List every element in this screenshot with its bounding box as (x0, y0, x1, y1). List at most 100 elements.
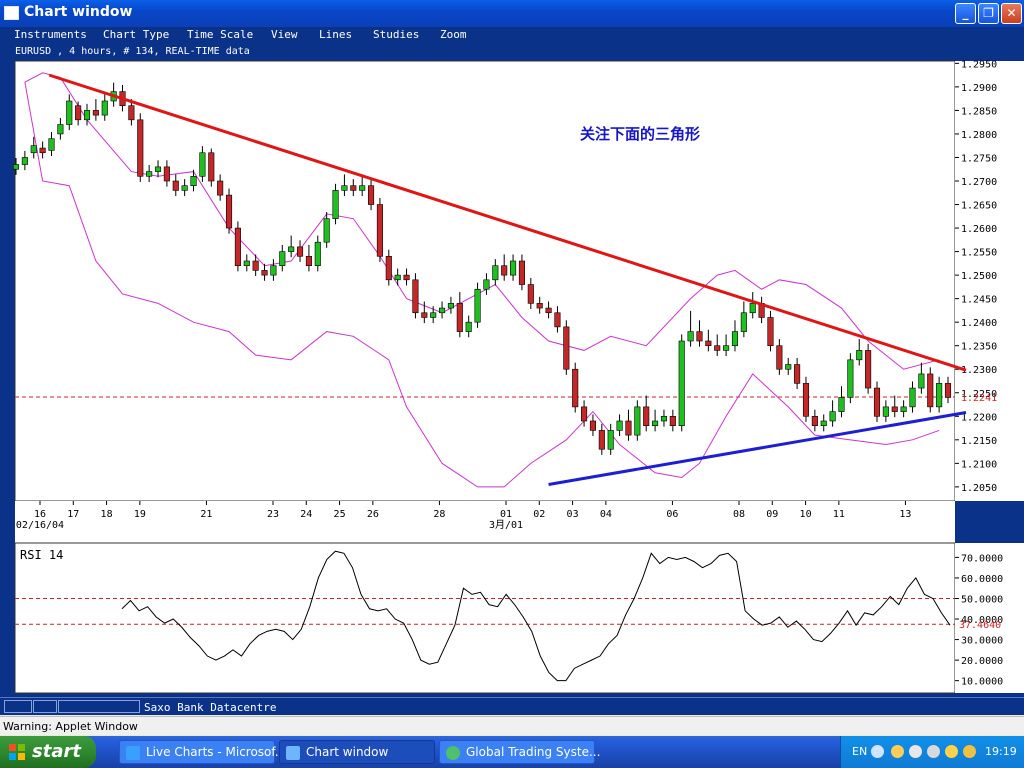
bear-candle (802, 383, 810, 417)
price-tick-label: 1.2450 (961, 295, 997, 306)
bull-candle (243, 260, 250, 267)
bull-candle (57, 124, 64, 135)
bear-candle (296, 246, 304, 257)
bull-candle (83, 110, 91, 121)
time-tick-sublabel: 02/16/04 (16, 520, 64, 531)
bull-candle (146, 171, 153, 177)
bear-candle (39, 147, 46, 154)
bull-candle (323, 218, 330, 243)
bear-candle (714, 345, 721, 351)
bull-candle (731, 331, 739, 347)
bull-candle (820, 420, 827, 427)
tray-network-icon[interactable] (909, 745, 922, 758)
language-indicator[interactable]: EN (852, 745, 867, 758)
rsi-tick-label: 70.0000 (961, 553, 1003, 564)
time-tick-label: 01 (500, 509, 512, 520)
time-axis-area (15, 501, 955, 544)
crosshair-button[interactable] (33, 700, 57, 713)
bear-candle (767, 317, 774, 347)
menu-bar: Instruments Chart Type Time Scale View L… (0, 27, 1024, 44)
bull-candle (607, 430, 614, 450)
bull-candle (30, 145, 37, 154)
task-global-trading[interactable]: Global Trading Syste... (439, 740, 600, 764)
bear-candle (252, 260, 259, 271)
bull-candle (660, 415, 668, 422)
bear-candle (873, 387, 881, 417)
tray-expand-icon[interactable] (871, 745, 884, 758)
bull-candle (936, 383, 943, 408)
bull-candle (430, 312, 437, 318)
task-chart-window[interactable]: Chart window (279, 740, 435, 764)
bull-candle (465, 321, 472, 332)
bull-candle (634, 406, 641, 436)
menu-view[interactable]: View (271, 28, 298, 41)
price-tick-label: 1.2050 (961, 483, 997, 494)
bear-candle (891, 406, 898, 412)
clock: 19:19 (985, 745, 1017, 758)
bear-candle (421, 312, 428, 318)
task-label: Live Charts - Microsof... (146, 745, 287, 759)
bear-candle (350, 185, 357, 191)
minimize-button[interactable]: _ (955, 3, 976, 24)
bull-candle (882, 406, 889, 417)
bear-candle (412, 279, 419, 314)
bear-candle (376, 204, 383, 257)
tray-tools-icon[interactable] (927, 745, 940, 758)
menu-zoom[interactable]: Zoom (440, 28, 467, 41)
java-icon (286, 746, 300, 760)
bear-candle (669, 415, 676, 427)
time-tick-label: 02 (533, 509, 545, 520)
time-tick-label: 09 (766, 509, 778, 520)
bull-candle (199, 152, 206, 177)
rsi-tick-label: 60.0000 (961, 574, 1003, 585)
menu-studies[interactable]: Studies (373, 28, 419, 41)
bull-candle (447, 303, 454, 309)
time-tick-label: 19 (134, 509, 146, 520)
time-tick-label: 18 (101, 509, 113, 520)
start-button[interactable]: start (0, 736, 96, 768)
price-tick-label: 1.2150 (961, 436, 997, 447)
bear-candle (225, 194, 233, 229)
menu-chart-type[interactable]: Chart Type (103, 28, 169, 41)
bear-candle (217, 180, 224, 196)
price-tick-label: 1.2800 (961, 130, 997, 141)
bear-candle (367, 185, 375, 205)
bear-candle (128, 105, 135, 121)
bull-candle (12, 164, 20, 170)
time-tick-label: 08 (733, 509, 745, 520)
time-tick-label: 26 (367, 509, 379, 520)
maximize-button[interactable]: ❐ (978, 3, 999, 24)
data-provider-label: Saxo Bank Datacentre (144, 701, 277, 714)
bear-candle (163, 166, 170, 182)
bear-candle (696, 331, 703, 342)
bear-candle (137, 119, 144, 177)
bear-candle (554, 312, 561, 328)
price-tick-label: 1.2650 (961, 201, 997, 212)
menu-instruments[interactable]: Instruments (14, 28, 87, 41)
bull-candle (190, 175, 197, 187)
menu-lines[interactable]: Lines (319, 28, 352, 41)
price-tick-label: 1.2100 (961, 459, 997, 470)
bear-candle (572, 368, 579, 408)
bear-candle (625, 420, 632, 436)
bull-candle (652, 420, 659, 427)
rsi-tick-label: 20.0000 (961, 656, 1003, 667)
bear-candle (234, 227, 241, 267)
task-live-charts[interactable]: Live Charts - Microsof... (119, 740, 286, 764)
windows-logo-icon (9, 744, 25, 760)
tray-app-icon[interactable] (891, 745, 904, 758)
price-chart[interactable]: 1.2950 1.2900 1.2850 1.2800 1.2750 1.2700 1.26… (0, 59, 1024, 546)
time-tick-label: 21 (200, 509, 212, 520)
window-titlebar[interactable]: Chart window _ ❐ ✕ (0, 0, 1024, 27)
bear-candle (865, 350, 872, 389)
tray-volume-icon[interactable] (945, 745, 958, 758)
menu-time-scale[interactable]: Time Scale (187, 28, 253, 41)
rsi-tick-label: 10.0000 (961, 677, 1003, 688)
bull-candle (678, 340, 685, 427)
tray-security-icon[interactable] (963, 745, 976, 758)
rsi-chart[interactable]: RSI 14 70.000060.000050.000040.000030.00… (0, 541, 1024, 695)
bull-candle (687, 331, 694, 342)
price-tick-label: 1.2900 (961, 83, 997, 94)
close-button[interactable]: ✕ (1001, 3, 1022, 24)
status-icon-button[interactable] (4, 700, 32, 713)
